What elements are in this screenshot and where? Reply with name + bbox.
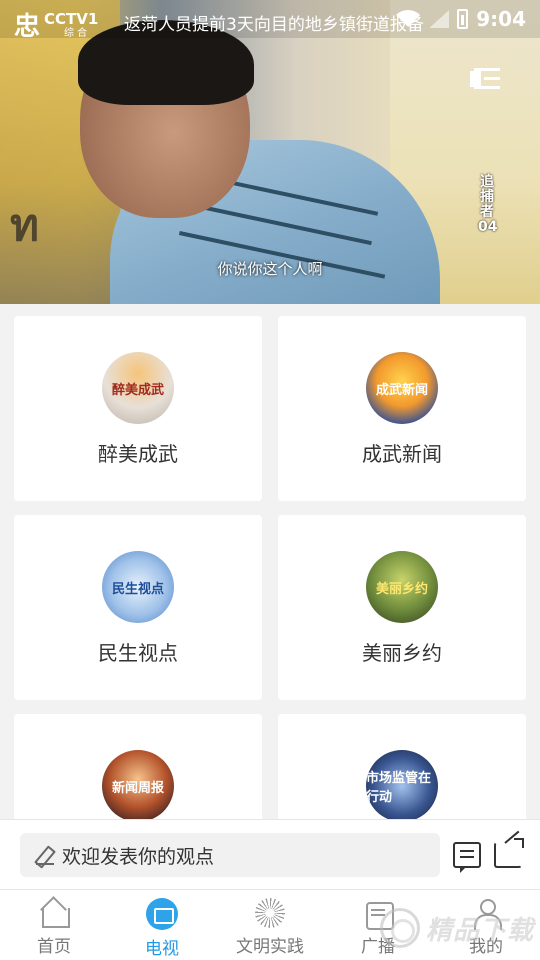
- tab-label: 文明实践: [236, 937, 304, 957]
- tab-tv[interactable]: 电视: [108, 890, 216, 960]
- pencil-icon: [36, 845, 56, 865]
- watermark-text: 精品下载: [426, 915, 535, 946]
- watermark-logo-icon: [380, 908, 420, 948]
- channel-grid: 醉美成武 醉美成武 成武新闻 成武新闻 民生视点 民生视点 美丽乡约 美丽乡约 …: [14, 316, 526, 899]
- app-screen: ท 忠 CCTV1 综 合 返菏人员提前3天向目的地乡镇街道报备 然后后 9:0…: [0, 0, 540, 960]
- channel-logo-text: CCTV1: [44, 10, 99, 28]
- thumbnail-text: 民生视点: [111, 581, 164, 597]
- thumbnail-text: 新闻周报: [111, 780, 164, 796]
- tab-label: 首页: [37, 937, 71, 957]
- channel-logo-sub: 综 合: [64, 28, 88, 39]
- share-icon[interactable]: [494, 838, 524, 868]
- tab-label: 电视: [145, 939, 179, 959]
- thumbnail-text: 美丽乡约: [375, 581, 428, 597]
- channel-label: 醉美成武: [98, 442, 178, 466]
- battery-icon: [457, 9, 469, 29]
- thumbnail-text: 市场监管在行动: [366, 771, 432, 805]
- tab-civilization-practice[interactable]: 文明实践: [216, 890, 324, 960]
- news-ticker: 返菏人员提前3天向目的地乡镇街道报备 然后后: [124, 15, 424, 34]
- playlist-icon[interactable]: [470, 66, 500, 92]
- thumbnail-text: 醉美成武: [111, 382, 164, 398]
- system-status: 9:04: [395, 6, 526, 32]
- channel-label: 美丽乡约: [362, 641, 442, 665]
- thumbnail-text: 成武新闻: [375, 382, 428, 398]
- channel-thumbnail: 醉美成武: [102, 352, 174, 424]
- channel-label: 成武新闻: [362, 442, 442, 466]
- peacock-icon: [254, 898, 286, 928]
- tab-home[interactable]: 首页: [0, 890, 108, 960]
- channel-card[interactable]: 美丽乡约 美丽乡约: [278, 515, 526, 700]
- comment-bar: 欢迎发表你的观点: [0, 819, 540, 890]
- program-title-vertical: 追捕者04: [478, 174, 498, 235]
- channel-card[interactable]: 民生视点 民生视点: [14, 515, 262, 700]
- wifi-icon: [395, 10, 421, 28]
- channel-thumbnail: 市场监管在行动: [366, 750, 438, 822]
- channel-thumbnail: 成武新闻: [366, 352, 438, 424]
- video-subtitle: 你说你这个人啊: [217, 260, 323, 278]
- channel-label: 民生视点: [98, 641, 178, 665]
- signal-icon: [429, 10, 450, 28]
- channel-thumbnail: 新闻周报: [102, 750, 174, 822]
- wall-text: ท: [10, 200, 46, 251]
- channel-thumbnail: 美丽乡约: [366, 551, 438, 623]
- comment-input[interactable]: 欢迎发表你的观点: [20, 833, 440, 877]
- comments-icon[interactable]: [453, 842, 481, 873]
- site-watermark: 精品下载: [380, 902, 540, 954]
- channel-card[interactable]: 成武新闻 成武新闻: [278, 316, 526, 501]
- video-player[interactable]: ท 忠 CCTV1 综 合 返菏人员提前3天向目的地乡镇街道报备 然后后 9:0…: [0, 0, 540, 304]
- channel-card[interactable]: 醉美成武 醉美成武: [14, 316, 262, 501]
- channel-thumbnail: 民生视点: [102, 551, 174, 623]
- tv-icon: [146, 898, 178, 930]
- home-icon: [38, 898, 70, 928]
- comment-placeholder: 欢迎发表你的观点: [62, 845, 215, 868]
- channel-logo: CCTV1 综 合: [44, 10, 114, 46]
- clock: 9:04: [476, 7, 526, 31]
- app-notification-icon: 忠: [14, 12, 41, 42]
